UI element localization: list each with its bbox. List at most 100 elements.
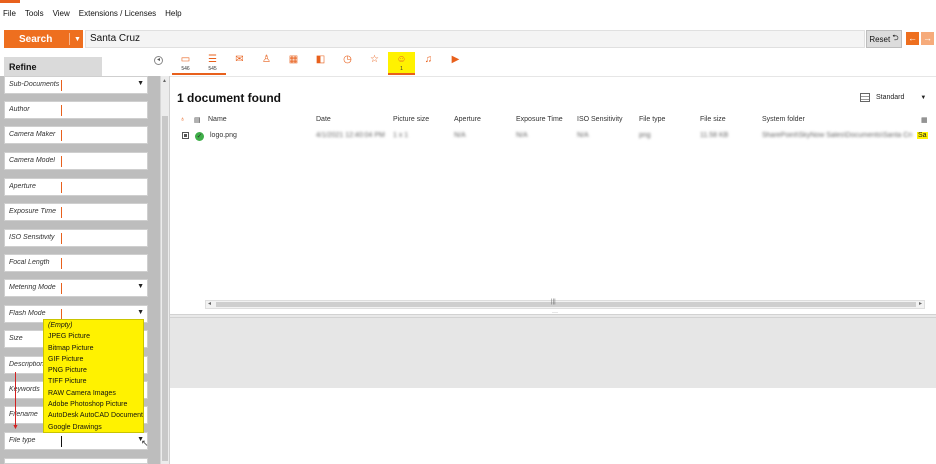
back-arrow-icon[interactable]: ← [906, 32, 919, 45]
tab-files[interactable]: ☰ 545 [199, 52, 226, 75]
tab-count: 546 [181, 66, 190, 72]
filter-metering-mode[interactable]: Metering Mode ▼ [4, 279, 148, 297]
image-icon: ☺ [396, 54, 407, 65]
chevron-down-icon[interactable]: ▼ [74, 36, 81, 43]
dropdown-option[interactable]: (Empty) [44, 320, 143, 331]
app-logo-mark [0, 0, 20, 3]
filter-next-partial[interactable] [4, 458, 148, 464]
cell-picture-size: 1 x 1 [393, 132, 409, 139]
cell-file-type: png [639, 132, 651, 139]
filter-sub-documents[interactable]: Sub-Documents ▼ [4, 76, 148, 94]
scroll-right-icon[interactable]: ▸ [919, 300, 922, 307]
file-type-dropdown[interactable]: (Empty) JPEG Picture Bitmap Picture GIF … [43, 319, 144, 433]
filter-author[interactable]: Author [4, 101, 148, 119]
dropdown-option[interactable]: Bitmap Picture [44, 343, 143, 354]
filter-label: Camera Maker [9, 131, 56, 138]
filter-camera-model[interactable]: Camera Model [4, 152, 148, 170]
cell-exposure-time: N/A [516, 132, 528, 139]
preview-pane [170, 318, 936, 388]
chevron-down-icon[interactable]: ▼ [137, 309, 144, 316]
refine-scroll-thumb[interactable] [162, 116, 168, 461]
reset-button[interactable]: Reset ⮌ [866, 30, 902, 48]
check-status-icon: ✓ [195, 132, 204, 141]
column-header-picture-size[interactable]: Picture size [393, 116, 429, 123]
filter-focal-length[interactable]: Focal Length [4, 254, 148, 272]
column-header-file-size[interactable]: File size [700, 116, 726, 123]
refine-scrollbar[interactable]: ▲ [160, 76, 169, 464]
chevron-down-icon[interactable]: ▼ [920, 95, 926, 101]
results-scroll-thumb[interactable] [216, 302, 916, 307]
filter-camera-maker[interactable]: Camera Maker [4, 126, 148, 144]
star-icon: ☆ [370, 54, 379, 65]
scroll-up-icon[interactable]: ▲ [162, 78, 167, 84]
menu-help[interactable]: Help [165, 9, 181, 18]
table-row[interactable]: ✓ logo.png 4/1/2021 12:40:04 PM 1 x 1 N/… [170, 130, 936, 144]
filter-label: Metering Mode [9, 284, 56, 291]
filter-label: Author [9, 106, 30, 113]
sort-order-icon[interactable]: ♁ [180, 116, 185, 123]
tab-contacts[interactable]: ♙ [253, 52, 280, 75]
monitor-icon: ▭ [180, 54, 191, 65]
column-header-date[interactable]: Date [316, 116, 331, 123]
dropdown-option[interactable]: GIF Picture [44, 354, 143, 365]
results-horizontal-scrollbar[interactable]: ◂ ||| ▸ [205, 299, 925, 309]
field-separator [61, 80, 62, 91]
menu-extensions-licenses[interactable]: Extensions / Licenses [79, 9, 156, 18]
collapse-panel-icon[interactable]: ◂ [154, 56, 163, 65]
view-mode-select[interactable]: Standard ▼ [860, 90, 936, 105]
search-input[interactable]: Santa Cruz [85, 30, 865, 48]
column-chooser-icon[interactable]: ▦ [921, 116, 928, 124]
filter-iso-sensitivity[interactable]: ISO Sensitivity [4, 229, 148, 247]
splitter-grip-icon: ··· [552, 310, 558, 316]
tab-history[interactable]: ◷ [334, 52, 361, 75]
cell-name[interactable]: logo.png [210, 132, 237, 139]
column-header-iso-sensitivity[interactable]: ISO Sensitivity [577, 116, 623, 123]
results-column-header: ♁ ▤ Name Date Picture size Aperture Expo… [170, 115, 936, 128]
field-separator [61, 130, 62, 141]
filter-exposure-time[interactable]: Exposure Time [4, 203, 148, 221]
column-header-name[interactable]: Name [208, 116, 227, 123]
forward-arrow-icon[interactable]: → [921, 32, 934, 45]
tab-pictures[interactable]: ☺ 1 [388, 52, 415, 75]
row-checkbox[interactable] [182, 132, 189, 139]
filter-label: File type [9, 437, 36, 444]
tab-all-documents[interactable]: ▭ 546 [172, 52, 199, 75]
cell-iso: N/A [577, 132, 589, 139]
tab-calendar[interactable]: ▦ [280, 52, 307, 75]
tab-count: 545 [208, 66, 217, 72]
tab-favorites[interactable]: ☆ [361, 52, 388, 75]
tab-music[interactable]: ♫ [415, 52, 442, 75]
table-view-icon [860, 93, 870, 102]
annotation-arrow-line [15, 372, 16, 427]
tab-emails[interactable]: ✉ [226, 52, 253, 75]
scroll-left-icon[interactable]: ◂ [208, 300, 211, 307]
dropdown-option[interactable]: RAW Camera Images [44, 388, 143, 399]
menu-file[interactable]: File [3, 9, 16, 18]
tab-videos[interactable]: ▶ [442, 52, 469, 75]
document-type-icon: ▤ [194, 117, 201, 124]
dropdown-option[interactable]: Google Drawings [44, 422, 143, 433]
tab-presentations[interactable]: ◧ [307, 52, 334, 75]
dropdown-option[interactable]: PNG Picture [44, 365, 143, 376]
chevron-down-icon[interactable]: ▼ [137, 283, 144, 290]
menu-view[interactable]: View [53, 9, 70, 18]
column-header-system-folder[interactable]: System folder [762, 116, 805, 123]
search-button[interactable]: Search ▼ [4, 30, 83, 48]
cell-date: 4/1/2021 12:40:04 PM [316, 132, 385, 139]
filter-file-type[interactable]: File type ▼ [4, 432, 148, 450]
dropdown-option[interactable]: JPEG Picture [44, 331, 143, 342]
dropdown-option[interactable]: AutoDesk AutoCAD Document [44, 410, 143, 421]
dropdown-option[interactable]: Adobe Photoshop Picture [44, 399, 143, 410]
column-header-aperture[interactable]: Aperture [454, 116, 481, 123]
menu-tools[interactable]: Tools [25, 9, 44, 18]
field-separator [61, 283, 62, 294]
list-icon: ☰ [208, 54, 217, 65]
column-header-exposure-time[interactable]: Exposure Time [516, 116, 563, 123]
lower-pane [170, 388, 936, 464]
column-header-file-type[interactable]: File type [639, 116, 665, 123]
chevron-down-icon[interactable]: ▼ [137, 80, 144, 87]
dropdown-option[interactable]: TIFF Picture [44, 376, 143, 387]
title-strip [0, 0, 936, 4]
filter-aperture[interactable]: Aperture [4, 178, 148, 196]
scroll-grip-icon: ||| [551, 299, 556, 305]
